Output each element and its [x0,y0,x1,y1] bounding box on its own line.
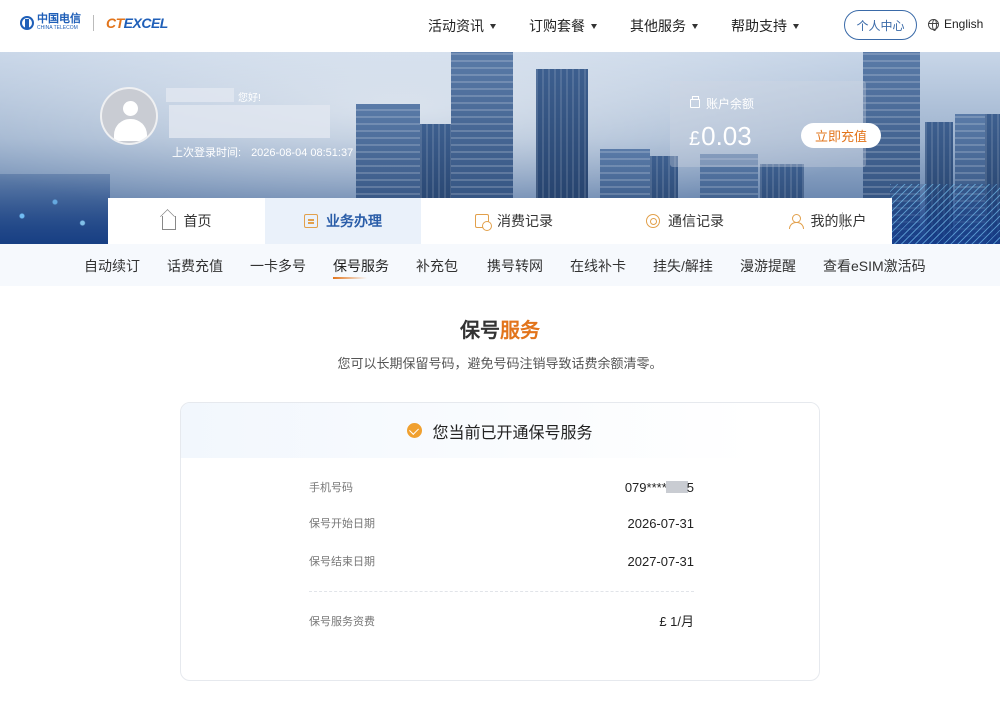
info-row-fee: 保号服务资费 £ 1/月 [309,611,694,630]
tab-divider [842,212,843,230]
phone-value: 079**** 5 [625,480,694,495]
nav-help-label: 帮助支持 [731,18,787,34]
page-title-main: 保号 [460,320,500,342]
main-nav: 活动资讯 订购套餐 其他服务 帮助支持 [428,0,832,52]
chevron-down-icon [490,23,496,29]
tab-consumption[interactable]: 消费记录 [421,198,607,244]
masked-user-info [169,105,330,138]
retention-status-card: 您当前已开通保号服务 手机号码 079**** 5 保号开始日期 2026-07-… [180,402,820,681]
nav-activities[interactable]: 活动资讯 [428,16,496,36]
check-circle-icon [407,423,423,438]
tab-home[interactable]: 首页 [108,198,265,244]
card-title: 您当前已开通保号服务 [432,424,593,442]
subnav-sim-replacement[interactable]: 在线补卡 [570,256,626,276]
avatar[interactable] [100,87,158,145]
fee-label: 保号服务资费 [309,615,375,628]
subnav-multi-number[interactable]: 一卡多号 [250,256,306,276]
fee-value: £ 1/月 [659,614,694,629]
nav-activities-label: 活动资讯 [428,18,484,34]
top-bar: 中国电信 CHINA TELECOM CTEXCEL 活动资讯 订购套餐 其他服… [0,0,1000,52]
page-title: 保号服务 [0,314,1000,343]
info-row-end-date: 保号结束日期 2027-07-31 [309,553,694,569]
tab-account[interactable]: 我的账户 [763,198,892,244]
row-divider [309,591,694,592]
subnav-report-loss[interactable]: 挂失/解挂 [653,256,713,276]
last-login-label: 上次登录时间: [172,147,242,159]
wallet-icon [690,96,700,108]
info-row-phone: 手机号码 079**** 5 [309,479,694,495]
masked-username [166,88,234,102]
tab-business-label: 业务办理 [326,213,382,229]
start-date-value: 2026-07-31 [627,515,695,531]
china-telecom-logo: 中国电信 CHINA TELECOM [20,14,81,31]
personal-center-button[interactable]: 个人中心 [844,10,917,40]
tab-communication[interactable]: 通信记录 [607,198,763,244]
subnav-auto-renew[interactable]: 自动续订 [84,256,140,276]
home-icon [161,216,176,230]
nav-plans-label: 订购套餐 [529,18,585,34]
ctexcel-logo-suffix: EXCEL [123,14,169,31]
avatar-head [123,101,138,116]
page-title-accent: 服务 [500,320,540,342]
card-header: 您当前已开通保号服务 [181,403,819,458]
subnav-esim-code[interactable]: 查看eSIM激活码 [823,256,926,276]
tab-consumption-label: 消费记录 [497,213,553,229]
nav-other-services[interactable]: 其他服务 [630,16,698,36]
document-icon [304,214,318,228]
chevron-down-icon [793,23,799,29]
china-telecom-logo-subtext: CHINA TELECOM [37,25,78,31]
end-date-value: 2027-07-31 [627,553,695,569]
balance-amount: 0.03 [701,121,752,151]
avatar-body [114,119,147,141]
ctexcel-logo-prefix: CT [106,14,124,31]
brand-logo[interactable]: 中国电信 CHINA TELECOM CTEXCEL [20,14,168,31]
tab-home-label: 首页 [183,213,212,229]
subnav-top-up[interactable]: 话费充值 [167,256,223,276]
end-date-label: 保号结束日期 [309,556,375,568]
subnav-port-number[interactable]: 携号转网 [487,256,543,276]
banner-lights [890,184,1000,244]
last-login: 上次登录时间: 2026-08-04 08:51:37 [172,144,353,160]
chevron-down-icon [591,23,597,29]
phone-value-prefix: 079**** [624,479,667,495]
nav-help[interactable]: 帮助支持 [731,16,799,36]
page-description: 您可以长期保留号码，避免号码注销导致话费余额清零。 [337,356,663,371]
phone-label: 手机号码 [309,482,353,494]
recharge-button[interactable]: 立即充值 [801,123,881,148]
subnav-roaming-alert[interactable]: 漫游提醒 [740,256,796,276]
globe-icon [928,18,939,31]
info-row-start-date: 保号开始日期 2026-07-31 [309,515,694,531]
user-icon [788,214,804,229]
balance-card: 账户余额 £ 0.03 立即充值 [670,81,881,167]
logo-separator [93,14,94,31]
signal-icon [646,214,660,228]
subnav-addon-pack[interactable]: 补充包 [416,256,458,276]
language-label: English [944,17,984,31]
clock-icon [475,214,492,231]
nav-other-services-label: 其他服务 [630,18,686,34]
china-telecom-logo-text: 中国电信 [37,13,81,25]
main-tabs: 首页 业务办理 消费记录 通信记录 我的账户 [108,198,892,244]
tab-business[interactable]: 业务办理 [265,198,421,244]
tab-account-label: 我的账户 [810,213,867,229]
nav-plans[interactable]: 订购套餐 [529,16,597,36]
balance-currency: £ [689,128,701,150]
banner-lights [0,174,110,244]
ctexcel-logo: CTEXCEL [106,15,168,31]
china-telecom-mark-icon [20,15,34,30]
last-login-time: 2026-08-04 08:51:37 [251,147,354,159]
balance-label-text: 账户余额 [706,97,755,111]
phone-value-suffix: 5 [686,479,694,495]
start-date-label: 保号开始日期 [309,518,375,530]
masked-phone-digits [665,480,688,493]
language-switch[interactable]: English [928,17,983,31]
balance-value: £ 0.03 [689,121,752,152]
balance-label: 账户余额 [690,95,754,112]
sub-nav: 自动续订 话费充值 一卡多号 保号服务 补充包 携号转网 在线补卡 挂失/解挂 … [0,244,1000,286]
subnav-number-retention[interactable]: 保号服务 [333,256,389,279]
greeting-text: 您好! [238,93,261,104]
chevron-down-icon [692,23,698,29]
tab-communication-label: 通信记录 [668,213,724,229]
